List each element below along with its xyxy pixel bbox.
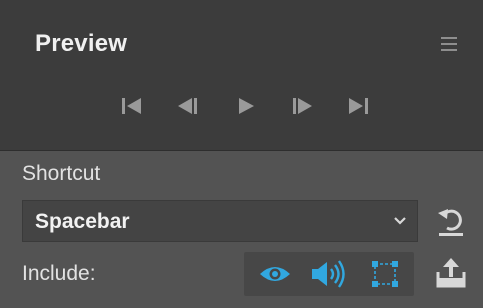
visibility-toggle[interactable]: [252, 252, 298, 296]
shortcut-dropdown[interactable]: Spacebar: [22, 200, 418, 242]
bounds-toggle[interactable]: [362, 252, 408, 296]
skip-to-start-icon: [122, 98, 141, 114]
eye-icon: [260, 267, 290, 281]
panel-header: Preview: [0, 0, 483, 150]
skip-to-end-icon: [349, 98, 368, 114]
hamburger-menu-icon[interactable]: [441, 37, 457, 51]
play-button[interactable]: [224, 88, 268, 124]
shortcut-dropdown-value: Spacebar: [35, 210, 130, 233]
shortcut-label: Shortcut: [22, 162, 101, 185]
preview-panel: Preview Shortcut Spacebar Include:: [0, 0, 483, 308]
reset-icon[interactable]: [434, 203, 468, 239]
play-icon: [239, 98, 254, 114]
header-divider: [0, 150, 483, 151]
export-icon[interactable]: [434, 256, 468, 290]
transport-controls: [110, 88, 380, 124]
include-toggle-group: [244, 252, 414, 296]
step-forward-icon: [293, 98, 312, 114]
last-frame-button[interactable]: [336, 88, 380, 124]
audio-toggle[interactable]: [306, 252, 352, 296]
chevron-down-icon: [394, 217, 406, 225]
step-backward-icon: [178, 98, 197, 114]
speaker-icon: [312, 260, 345, 288]
step-back-button[interactable]: [166, 88, 210, 124]
panel-title: Preview: [35, 30, 128, 57]
selection-box-icon: [372, 261, 398, 287]
include-label: Include:: [22, 262, 96, 285]
step-forward-button[interactable]: [280, 88, 324, 124]
first-frame-button[interactable]: [110, 88, 154, 124]
